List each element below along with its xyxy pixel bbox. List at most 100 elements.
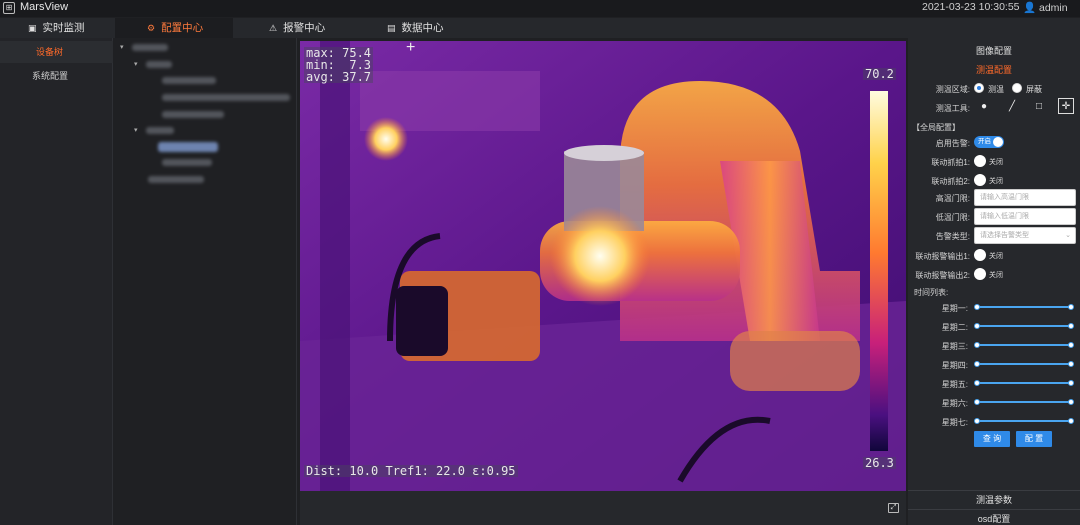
region-radio-shield[interactable] bbox=[1012, 83, 1022, 93]
slider-handle[interactable] bbox=[1068, 418, 1074, 424]
tab-data-center[interactable]: ▤ 数据中心 bbox=[353, 18, 473, 38]
slider-handle[interactable] bbox=[974, 342, 980, 348]
weekday-time-slider[interactable] bbox=[976, 344, 1072, 346]
title-bar: ⊞ MarsView 2021-03-23 10:30:55 👤 admin bbox=[0, 0, 1080, 17]
main-nav: ▣ 实时监测 ⚙ 配置中心 ⚠ 报警中心 ▤ 数据中心 bbox=[0, 18, 1080, 38]
link-capture1-switch[interactable] bbox=[974, 155, 986, 167]
alarm-type-label: 告警类型: bbox=[935, 232, 970, 241]
weekday-label: 星期一: bbox=[941, 304, 968, 313]
link-capture1-label: 联动抓拍1: bbox=[931, 158, 970, 167]
slider-handle[interactable] bbox=[1068, 342, 1074, 348]
region-option-shield: 屏蔽 bbox=[1026, 85, 1042, 94]
tree-expand-icon[interactable]: ▾ bbox=[134, 126, 138, 134]
tree-node[interactable] bbox=[162, 159, 212, 166]
tools-label: 测温工具: bbox=[935, 104, 970, 113]
temp-config-header[interactable]: 测温配置 bbox=[908, 63, 1080, 76]
image-config-header[interactable]: 图像配置 bbox=[908, 44, 1080, 57]
alarm-type-select[interactable]: 请选择告警类型 ⌄ bbox=[974, 227, 1076, 244]
tab-realtime-monitor[interactable]: ▣ 实时监测 bbox=[0, 18, 115, 38]
avg-temp-readout: avg: 37.7 bbox=[304, 70, 374, 84]
weekday-time-slider[interactable] bbox=[976, 420, 1072, 422]
tree-node[interactable] bbox=[132, 44, 168, 51]
tree-node[interactable] bbox=[162, 111, 224, 118]
weekday-time-slider[interactable] bbox=[976, 306, 1072, 308]
tree-node[interactable] bbox=[162, 94, 290, 101]
slider-handle[interactable] bbox=[974, 380, 980, 386]
config-button[interactable]: 配 置 bbox=[1016, 431, 1052, 447]
global-config-label: 【全局配置】 bbox=[912, 123, 960, 132]
tree-expand-icon[interactable]: ▾ bbox=[134, 60, 138, 68]
tree-node[interactable] bbox=[162, 77, 216, 84]
link-output1-switch[interactable] bbox=[974, 249, 986, 261]
chevron-down-icon: ⌄ bbox=[1065, 232, 1071, 239]
device-tree: ▾ ▾ ▾ bbox=[114, 38, 297, 525]
alarm-enable-label: 启用告警: bbox=[935, 139, 970, 148]
slider-handle[interactable] bbox=[974, 323, 980, 329]
region-radio-measure[interactable] bbox=[974, 83, 984, 93]
point-tool-icon[interactable]: ● bbox=[976, 99, 992, 115]
sidebar-item-system-config[interactable]: 系统配置 bbox=[0, 65, 113, 87]
user-icon: 👤 bbox=[1023, 2, 1037, 14]
tree-expand-icon[interactable]: ▾ bbox=[120, 43, 124, 51]
measurement-params-readout: Dist: 10.0 Tref1: 22.0 ε:0.95 bbox=[304, 464, 518, 478]
query-button[interactable]: 查 询 bbox=[974, 431, 1010, 447]
high-threshold-input[interactable]: 请输入高温门限 bbox=[974, 189, 1076, 206]
monitor-icon: ▣ bbox=[28, 23, 37, 33]
app-title: MarsView bbox=[20, 1, 69, 13]
link-capture1-state: 关闭 bbox=[989, 159, 1003, 166]
app-logo-icon: ⊞ bbox=[3, 2, 15, 14]
alarm-enable-switch[interactable]: 开启 bbox=[974, 136, 1004, 148]
tree-node-selected[interactable] bbox=[158, 142, 218, 152]
slider-handle[interactable] bbox=[1068, 380, 1074, 386]
temperature-color-scale bbox=[870, 91, 888, 451]
fullscreen-icon[interactable]: ⤢ bbox=[888, 503, 899, 513]
high-threshold-label: 高温门限: bbox=[935, 194, 970, 203]
time-list-label: 时间列表: bbox=[914, 288, 949, 297]
slider-handle[interactable] bbox=[1068, 323, 1074, 329]
region-option-measure: 测温 bbox=[988, 85, 1004, 94]
region-label: 测温区域: bbox=[935, 85, 970, 94]
weekday-label: 星期四: bbox=[941, 361, 968, 370]
thermal-video-view[interactable]: max: 75.4 min: 7.3 avg: 37.7 70.2 26.3 D… bbox=[300, 41, 906, 491]
temp-params-header[interactable]: 测温参数 bbox=[908, 490, 1080, 506]
viewer-toolbar: ⤢ bbox=[300, 491, 906, 525]
link-output2-switch[interactable] bbox=[974, 268, 986, 280]
weekday-label: 星期七: bbox=[941, 418, 968, 427]
slider-handle[interactable] bbox=[974, 361, 980, 367]
line-tool-icon[interactable]: ╱ bbox=[1004, 99, 1020, 115]
link-capture2-state: 关闭 bbox=[989, 178, 1003, 185]
weekday-time-slider[interactable] bbox=[976, 382, 1072, 384]
tree-node[interactable] bbox=[148, 176, 204, 183]
rectangle-tool-icon[interactable]: □ bbox=[1031, 99, 1047, 115]
move-tool-icon[interactable]: ✛ bbox=[1058, 98, 1074, 114]
tree-node[interactable] bbox=[146, 127, 174, 134]
link-output2-state: 关闭 bbox=[989, 272, 1003, 279]
user-menu[interactable]: 👤 admin bbox=[1023, 1, 1068, 14]
low-threshold-input[interactable]: 请输入低温门限 bbox=[974, 208, 1076, 225]
tree-node[interactable] bbox=[146, 61, 172, 68]
weekday-label: 星期六: bbox=[941, 399, 968, 408]
weekday-time-slider[interactable] bbox=[976, 401, 1072, 403]
slider-handle[interactable] bbox=[974, 399, 980, 405]
link-output1-label: 联动报警输出1: bbox=[915, 252, 970, 261]
link-capture2-switch[interactable] bbox=[974, 174, 986, 186]
weekday-time-slider[interactable] bbox=[976, 325, 1072, 327]
tab-alarm-center[interactable]: ⚠ 报警中心 bbox=[233, 18, 353, 38]
slider-handle[interactable] bbox=[974, 418, 980, 424]
tab-config-center[interactable]: ⚙ 配置中心 bbox=[115, 18, 233, 38]
left-sidebar: 设备树 系统配置 bbox=[0, 38, 113, 525]
osd-config-header[interactable]: osd配置 bbox=[908, 509, 1080, 525]
weekday-time-slider[interactable] bbox=[976, 363, 1072, 365]
chart-icon: ▤ bbox=[387, 23, 396, 33]
thermal-image bbox=[300, 41, 906, 491]
slider-handle[interactable] bbox=[1068, 399, 1074, 405]
slider-handle[interactable] bbox=[1068, 361, 1074, 367]
scale-min-label: 26.3 bbox=[863, 456, 896, 470]
alarm-icon: ⚠ bbox=[269, 23, 278, 33]
username: admin bbox=[1039, 2, 1068, 14]
slider-handle[interactable] bbox=[974, 304, 980, 310]
slider-handle[interactable] bbox=[1068, 304, 1074, 310]
link-output1-state: 关闭 bbox=[989, 253, 1003, 260]
sidebar-item-device-tree[interactable]: 设备树 bbox=[0, 41, 113, 63]
gear-icon: ⚙ bbox=[147, 23, 156, 33]
